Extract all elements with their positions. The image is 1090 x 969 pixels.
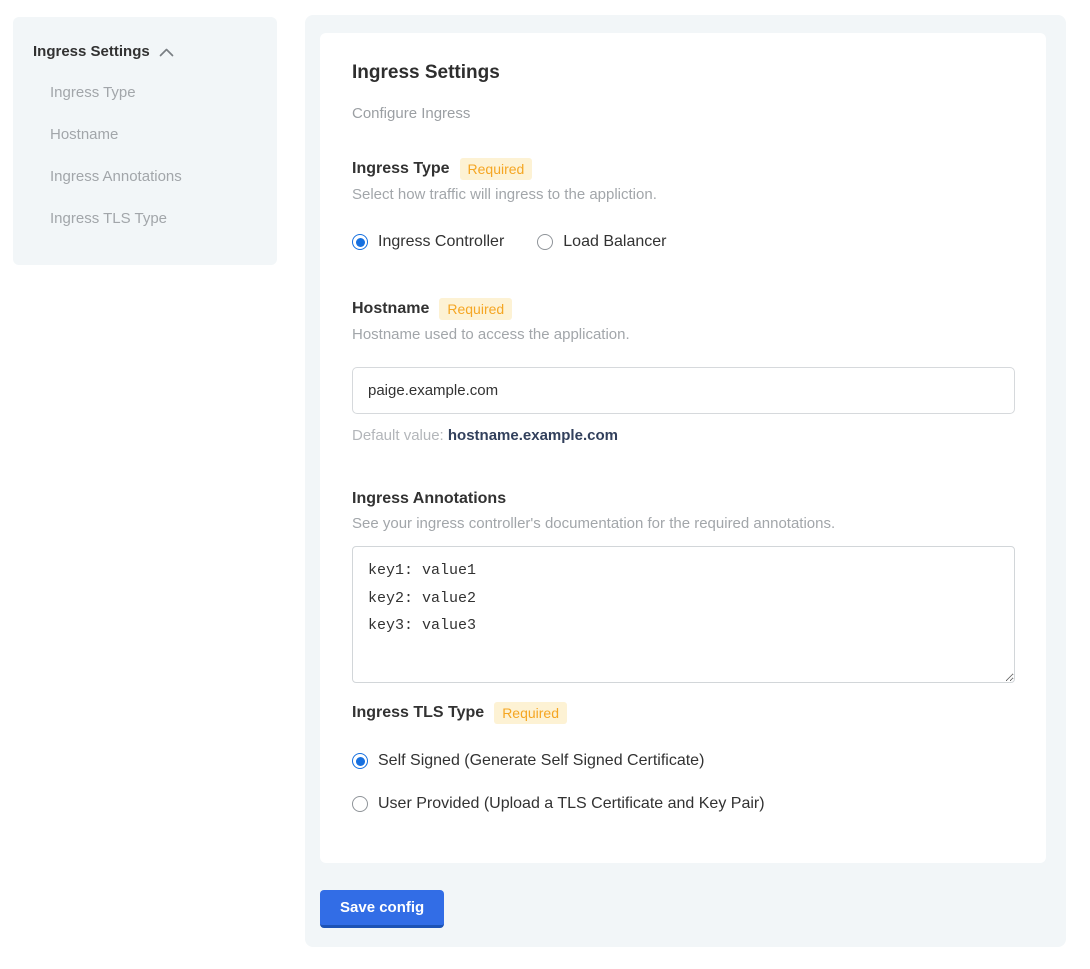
sidebar-group-title: Ingress Settings xyxy=(33,43,150,60)
ingress-annotations-textarea[interactable]: key1: value1 key2: value2 key3: value3 xyxy=(352,546,1015,683)
config-card: Ingress Settings Configure Ingress Ingre… xyxy=(320,33,1046,863)
radio-label: Ingress Controller xyxy=(378,233,504,251)
field-help-ingress-annotations: See your ingress controller's documentat… xyxy=(352,514,1015,533)
radio-label: Load Balancer xyxy=(563,233,666,251)
field-label-ingress-tls-type: Ingress TLS Type xyxy=(352,703,484,723)
field-label-hostname: Hostname xyxy=(352,299,429,319)
sidebar-item-hostname[interactable]: Hostname xyxy=(50,127,257,143)
default-value-prefix: Default value: xyxy=(352,427,448,444)
config-panel: Ingress Settings Configure Ingress Ingre… xyxy=(305,15,1066,947)
radio-option-ingress-controller[interactable]: Ingress Controller xyxy=(352,233,504,251)
radio-option-user-provided[interactable]: User Provided (Upload a TLS Certificate … xyxy=(352,795,1015,813)
ingress-type-radio-group: Ingress Controller Load Balancer xyxy=(352,233,1015,251)
save-config-button[interactable]: Save config xyxy=(320,890,444,928)
field-help-ingress-type: Select how traffic will ingress to the a… xyxy=(352,185,1015,204)
radio-option-load-balancer[interactable]: Load Balancer xyxy=(537,233,666,251)
sidebar-item-ingress-annotations[interactable]: Ingress Annotations xyxy=(50,169,257,185)
field-label-ingress-type: Ingress Type xyxy=(352,159,450,179)
default-value-text: hostname.example.com xyxy=(448,427,618,444)
radio-label: Self Signed (Generate Self Signed Certif… xyxy=(378,752,704,770)
config-nav-sidebar: Ingress Settings Ingress Type Hostname I… xyxy=(13,17,277,265)
radio-icon[interactable] xyxy=(352,753,368,769)
field-help-hostname: Hostname used to access the application. xyxy=(352,325,1015,344)
ingress-tls-radio-group: Self Signed (Generate Self Signed Certif… xyxy=(352,752,1015,813)
chevron-up-icon xyxy=(159,48,174,57)
radio-label: User Provided (Upload a TLS Certificate … xyxy=(378,795,765,813)
sidebar-item-list: Ingress Type Hostname Ingress Annotation… xyxy=(33,85,257,227)
sidebar-item-ingress-tls-type[interactable]: Ingress TLS Type xyxy=(50,211,257,227)
hostname-default-value-line: Default value: hostname.example.com xyxy=(352,427,1015,444)
field-hostname: Hostname Required Hostname used to acces… xyxy=(352,298,1015,444)
page-title: Ingress Settings xyxy=(352,61,1015,84)
radio-icon[interactable] xyxy=(352,234,368,250)
field-ingress-type: Ingress Type Required Select how traffic… xyxy=(352,158,1015,251)
required-badge: Required xyxy=(439,298,512,320)
required-badge: Required xyxy=(460,158,533,180)
radio-icon[interactable] xyxy=(537,234,553,250)
hostname-input[interactable] xyxy=(352,367,1015,414)
radio-icon[interactable] xyxy=(352,796,368,812)
field-ingress-annotations: Ingress Annotations See your ingress con… xyxy=(352,489,1015,683)
field-label-ingress-annotations: Ingress Annotations xyxy=(352,489,506,509)
field-ingress-tls-type: Ingress TLS Type Required Self Signed (G… xyxy=(352,702,1015,813)
radio-option-self-signed[interactable]: Self Signed (Generate Self Signed Certif… xyxy=(352,752,1015,770)
sidebar-item-ingress-type[interactable]: Ingress Type xyxy=(50,85,257,101)
required-badge: Required xyxy=(494,702,567,724)
sidebar-group-ingress-settings[interactable]: Ingress Settings xyxy=(33,43,257,60)
page-subtitle: Configure Ingress xyxy=(352,105,1015,122)
